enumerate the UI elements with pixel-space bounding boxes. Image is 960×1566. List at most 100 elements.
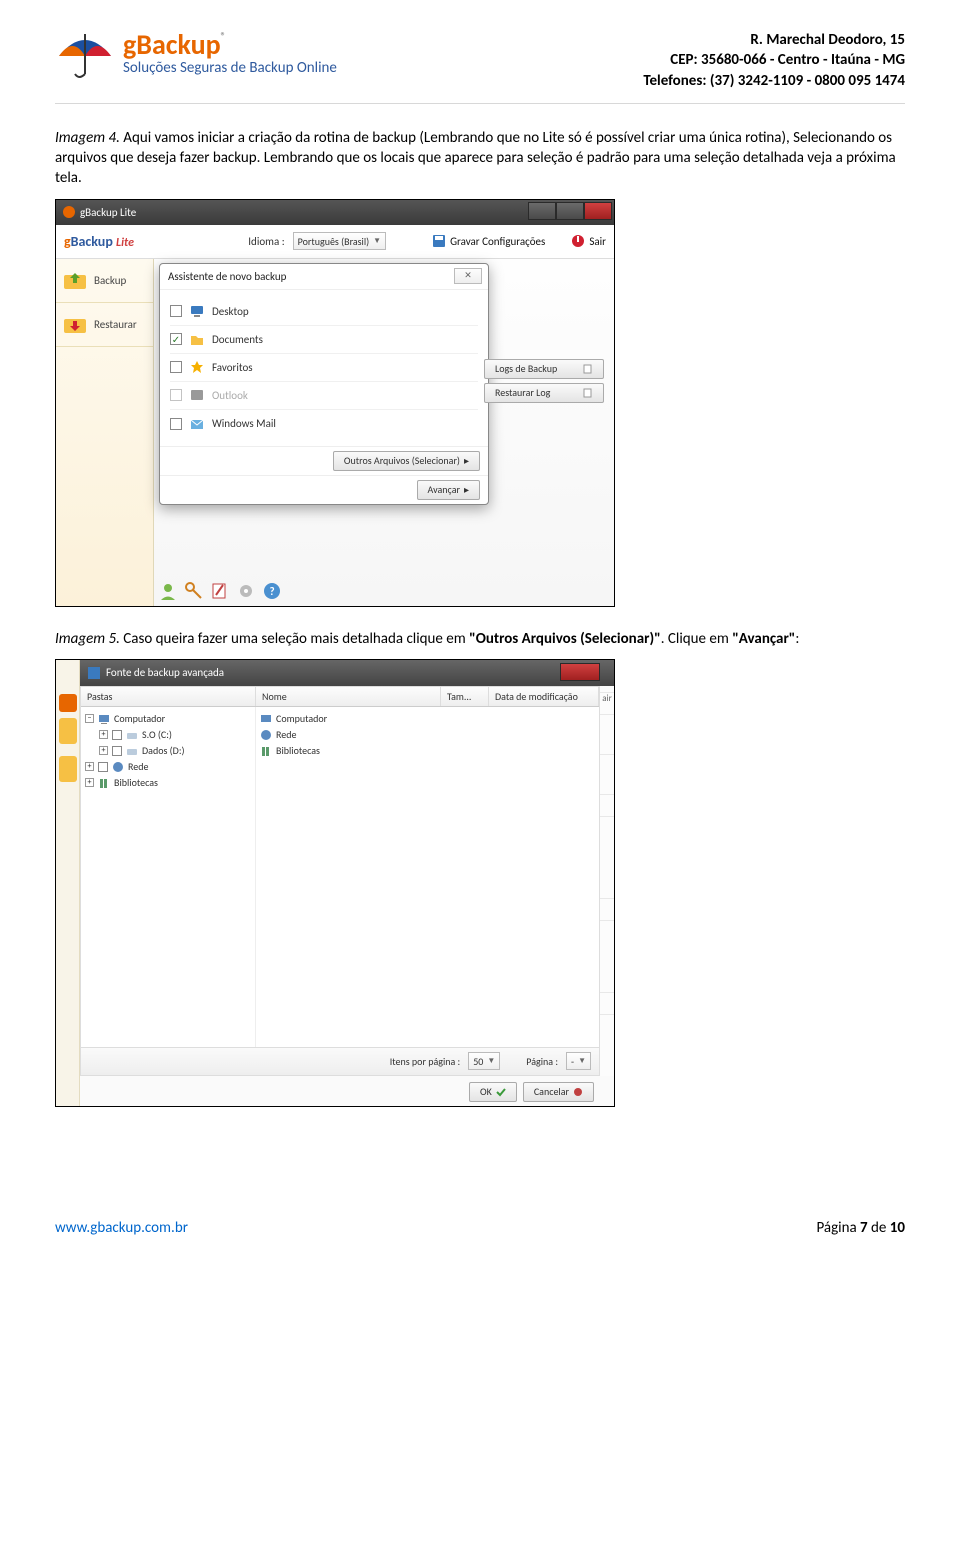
svg-text:?: ? xyxy=(269,585,274,598)
power-icon xyxy=(571,234,585,248)
page-footer: www.gbackup.com.br Página 7 de 10 xyxy=(0,1149,960,1261)
sair-button[interactable]: Sair xyxy=(571,234,606,248)
checkbox[interactable] xyxy=(170,361,182,373)
checkbox[interactable] xyxy=(170,305,182,317)
expand-icon[interactable]: + xyxy=(85,762,94,771)
chevron-right-icon: ▸ xyxy=(464,483,469,496)
list-item-windows-mail[interactable]: Windows Mail xyxy=(170,410,478,438)
gravar-config-button[interactable]: Gravar Configurações xyxy=(432,234,545,248)
user-icon[interactable] xyxy=(158,581,178,601)
app-icon xyxy=(88,667,100,679)
tree-node-bibliotecas[interactable]: +Bibliotecas xyxy=(85,775,251,791)
doc-icon xyxy=(583,364,593,374)
screenshot-fonte-backup: Fonte de backup avançada air Pastas Nome… xyxy=(55,659,615,1107)
itens-label: Itens por página : xyxy=(390,1055,460,1068)
col-data[interactable]: Data de modificação xyxy=(489,687,599,706)
checkbox[interactable] xyxy=(112,746,122,756)
folder-tree[interactable]: −Computador +S.O (C:) +Dados (D:) +Rede … xyxy=(81,707,256,1047)
close-button[interactable] xyxy=(584,202,612,220)
close-button[interactable] xyxy=(560,663,600,681)
list-item[interactable]: Computador xyxy=(260,711,595,727)
checkbox-checked[interactable]: ✓ xyxy=(170,333,182,345)
sidebar-item-backup[interactable]: Backup xyxy=(56,259,153,303)
minimize-button[interactable] xyxy=(528,202,556,220)
window-titlebar[interactable]: Fonte de backup avançada xyxy=(80,660,614,686)
logo-block: gBackup® Soluções Seguras de Backup Onli… xyxy=(55,30,337,78)
save-icon xyxy=(432,234,446,248)
checkbox[interactable] xyxy=(112,730,122,740)
checkbox[interactable] xyxy=(170,418,182,430)
cancelar-button[interactable]: Cancelar xyxy=(523,1082,594,1102)
sidebar: Backup Restaurar xyxy=(56,259,154,606)
library-icon xyxy=(260,745,272,757)
library-icon xyxy=(98,777,110,789)
background-right: air xyxy=(600,686,614,1076)
tree-node-so[interactable]: +S.O (C:) xyxy=(85,727,251,743)
umbrella-icon xyxy=(55,30,115,78)
avancar-button[interactable]: Avançar▸ xyxy=(417,480,480,500)
main-area: Assistente de novo backup ✕ Desktop ✓ Do xyxy=(154,259,614,606)
pagina-combo[interactable]: -▼ xyxy=(566,1052,591,1070)
doc-icon xyxy=(583,388,593,398)
checkbox[interactable] xyxy=(98,762,108,772)
address-line: R. Marechal Deodoro, 15 xyxy=(643,30,905,50)
edit-icon[interactable] xyxy=(210,581,230,601)
list-item[interactable]: Bibliotecas xyxy=(260,743,595,759)
file-list[interactable]: Computador Rede Bibliotecas xyxy=(256,707,599,1047)
wizard-dialog: Assistente de novo backup ✕ Desktop ✓ Do xyxy=(159,263,489,505)
check-icon xyxy=(496,1087,506,1097)
star-icon xyxy=(190,360,204,374)
chevron-down-icon: ▼ xyxy=(487,1056,495,1066)
window-title: Fonte de backup avançada xyxy=(106,666,224,679)
idioma-label: Idioma : xyxy=(248,235,284,248)
brand-name: gBackup® xyxy=(123,31,337,59)
sidebar-item-restaurar[interactable]: Restaurar xyxy=(56,303,153,347)
app-logo: gBackup Lite xyxy=(64,233,134,250)
network-icon xyxy=(260,729,272,741)
bottom-toolbar: ? xyxy=(158,581,282,601)
list-item-desktop[interactable]: Desktop xyxy=(170,298,478,326)
help-icon[interactable]: ? xyxy=(262,581,282,601)
idioma-combo[interactable]: Português (Brasil)▼ xyxy=(293,232,386,250)
dialog-title: Assistente de novo backup xyxy=(168,270,286,283)
page-number: Página 7 de 10 xyxy=(816,1219,905,1237)
chevron-down-icon: ▼ xyxy=(578,1056,586,1066)
dialog-titlebar[interactable]: Assistente de novo backup ✕ xyxy=(160,264,488,290)
outlook-icon xyxy=(190,388,204,402)
itens-combo[interactable]: 50▼ xyxy=(468,1052,500,1070)
footer-url[interactable]: www.gbackup.com.br xyxy=(55,1219,188,1237)
address-line: Telefones: (37) 3242-1109 - 0800 095 147… xyxy=(643,71,905,91)
list-item-favoritos[interactable]: Favoritos xyxy=(170,354,478,382)
list-item-documents[interactable]: ✓ Documents xyxy=(170,326,478,354)
ok-button[interactable]: OK xyxy=(469,1082,517,1102)
key-icon[interactable] xyxy=(184,581,204,601)
col-pastas[interactable]: Pastas xyxy=(81,687,256,706)
logs-backup-button[interactable]: Logs de Backup xyxy=(484,359,604,379)
tree-node-rede[interactable]: +Rede xyxy=(85,759,251,775)
computer-icon xyxy=(260,713,272,725)
list-item[interactable]: Rede xyxy=(260,727,595,743)
dialog-list: Desktop ✓ Documents Favoritos xyxy=(160,290,488,446)
company-address: R. Marechal Deodoro, 15 CEP: 35680-066 -… xyxy=(643,30,905,91)
window-title: gBackup Lite xyxy=(80,206,136,219)
checkbox[interactable] xyxy=(170,389,182,401)
gear-icon[interactable] xyxy=(236,581,256,601)
expand-icon[interactable]: + xyxy=(99,730,108,739)
col-tam[interactable]: Tam... xyxy=(441,687,489,706)
maximize-button[interactable] xyxy=(556,202,584,220)
tree-node-dados[interactable]: +Dados (D:) xyxy=(85,743,251,759)
cancel-icon xyxy=(573,1087,583,1097)
file-browser-pane: Pastas Nome Tam... Data de modificação −… xyxy=(80,686,600,1076)
list-item-outlook[interactable]: Outlook xyxy=(170,382,478,410)
collapse-icon[interactable]: − xyxy=(85,714,94,723)
expand-icon[interactable]: + xyxy=(99,746,108,755)
window-titlebar[interactable]: gBackup Lite xyxy=(56,200,614,225)
expand-icon[interactable]: + xyxy=(85,778,94,787)
column-headers: Pastas Nome Tam... Data de modificação xyxy=(81,687,599,707)
col-nome[interactable]: Nome xyxy=(256,687,441,706)
tree-node-computador[interactable]: −Computador xyxy=(85,711,251,727)
folder-icon xyxy=(190,332,204,346)
restaurar-log-button[interactable]: Restaurar Log xyxy=(484,383,604,403)
dialog-close-button[interactable]: ✕ xyxy=(454,268,482,284)
outros-arquivos-button[interactable]: Outros Arquivos (Selecionar)▸ xyxy=(333,451,480,471)
